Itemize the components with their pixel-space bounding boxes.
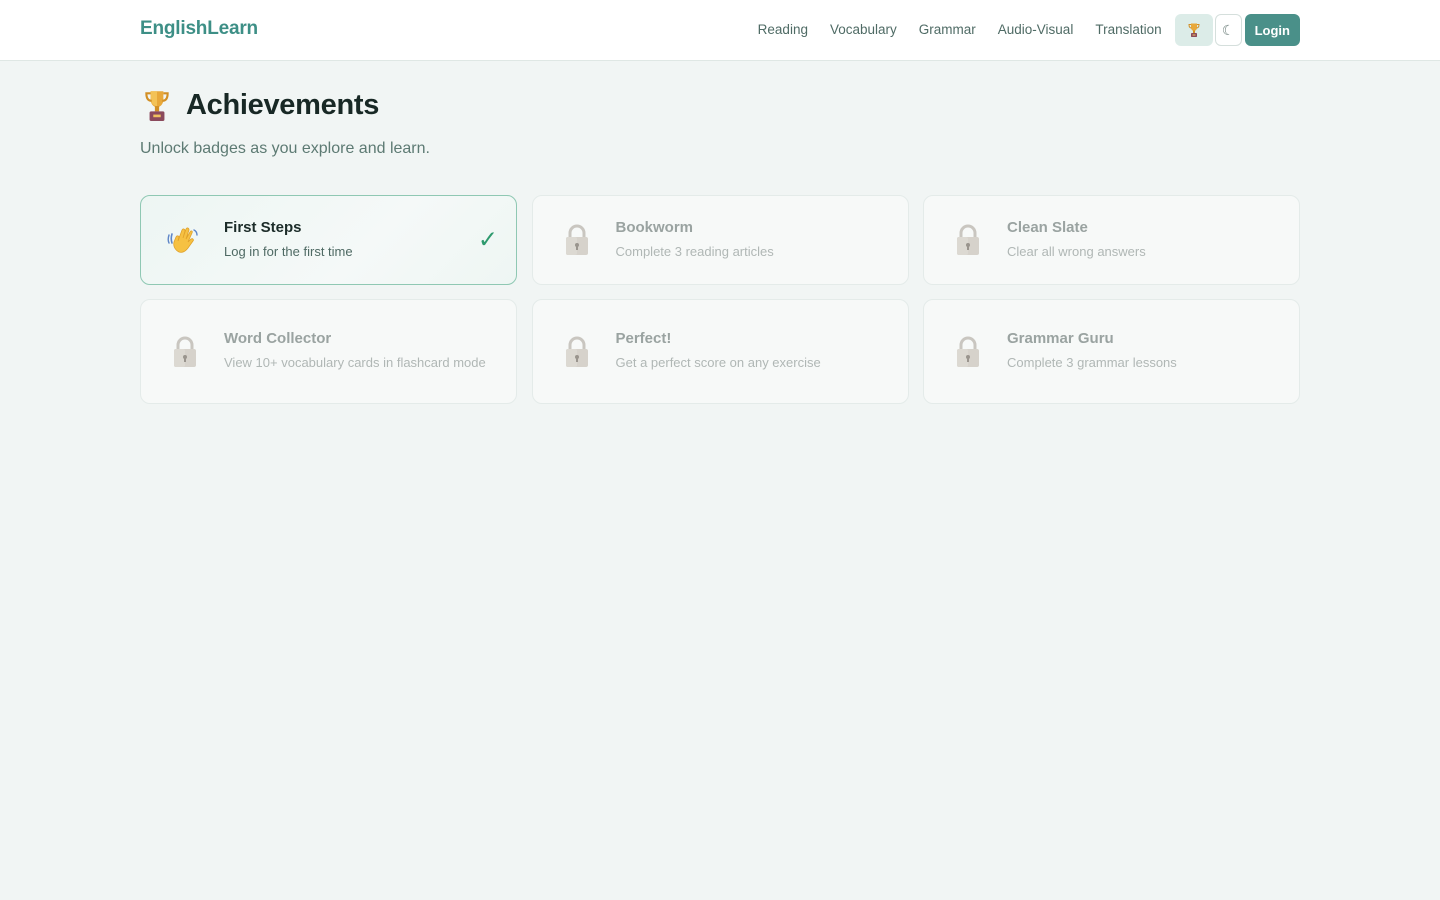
achievement-title: Clean Slate bbox=[1007, 218, 1088, 236]
achievement-card-first-steps[interactable]: First Steps Log in for the first time ✓ bbox=[140, 195, 517, 285]
achievement-text: Perfect! Get a perfect score on any exer… bbox=[616, 330, 882, 373]
achievement-description: Clear all wrong answers bbox=[1007, 243, 1146, 259]
nav-links: Reading Vocabulary Grammar Audio-Visual … bbox=[747, 14, 1300, 46]
achievement-description: Log in for the first time bbox=[224, 243, 353, 259]
achievements-button[interactable] bbox=[1174, 14, 1213, 46]
top-navbar: EnglishLearn Reading Vocabulary Grammar … bbox=[0, 0, 1440, 61]
nav-link-grammar[interactable]: Grammar bbox=[908, 14, 987, 46]
brand-logo[interactable]: EnglishLearn bbox=[140, 18, 258, 40]
lock-icon bbox=[950, 334, 986, 370]
achievement-description: View 10+ vocabulary cards in flashcard m… bbox=[224, 355, 486, 370]
moon-icon: ☾ bbox=[1221, 21, 1235, 38]
achievement-description: Get a perfect score on any exercise bbox=[615, 355, 821, 370]
checkmark-icon: ✓ bbox=[477, 226, 498, 254]
achievement-text: Clean Slate Clear all wrong answers bbox=[1007, 219, 1273, 262]
achievement-card-perfect[interactable]: Perfect! Get a perfect score on any exer… bbox=[531, 299, 909, 404]
login-button[interactable]: Login bbox=[1244, 14, 1300, 46]
nav-link-translation[interactable]: Translation bbox=[1084, 14, 1172, 46]
achievement-card-grammar-guru[interactable]: Grammar Guru Complete 3 grammar lessons bbox=[923, 299, 1300, 404]
achievement-description: Complete 3 grammar lessons bbox=[1007, 355, 1177, 370]
achievement-title: Perfect! bbox=[615, 330, 672, 347]
nav-link-reading[interactable]: Reading bbox=[747, 14, 819, 46]
trophy-icon bbox=[145, 91, 169, 121]
page-header: Achievements bbox=[140, 88, 379, 122]
achievement-title: Grammar Guru bbox=[1007, 330, 1114, 347]
lock-icon bbox=[950, 222, 986, 258]
achievement-card-bookworm[interactable]: Bookworm Complete 3 reading articles bbox=[531, 195, 909, 285]
trophy-icon bbox=[1188, 23, 1200, 37]
achievements-grid: First Steps Log in for the first time ✓ … bbox=[140, 195, 1300, 404]
theme-toggle-button[interactable]: ☾ bbox=[1214, 14, 1242, 46]
achievement-card-word-collector[interactable]: Word Collector View 10+ vocabulary cards… bbox=[140, 299, 517, 404]
achievement-text: Word Collector View 10+ vocabulary cards… bbox=[224, 330, 490, 373]
achievement-description: Complete 3 reading articles bbox=[615, 243, 774, 259]
page-title: Achievements bbox=[186, 88, 380, 121]
page-subtitle: Unlock badges as you explore and learn. bbox=[140, 140, 430, 157]
waving-hand-icon bbox=[167, 222, 203, 258]
achievement-title: Bookworm bbox=[615, 218, 694, 236]
nav-link-vocabulary[interactable]: Vocabulary bbox=[819, 14, 908, 46]
lock-icon bbox=[559, 222, 595, 258]
achievement-card-clean-slate[interactable]: Clean Slate Clear all wrong answers bbox=[923, 195, 1300, 285]
achievement-title: First Steps bbox=[224, 218, 302, 236]
achievement-text: Bookworm Complete 3 reading articles bbox=[616, 219, 882, 262]
achievement-text: Grammar Guru Complete 3 grammar lessons bbox=[1007, 330, 1273, 373]
lock-icon bbox=[559, 334, 595, 370]
nav-link-audio-visual[interactable]: Audio-Visual bbox=[987, 14, 1085, 46]
lock-icon bbox=[167, 334, 203, 370]
achievement-text: First Steps Log in for the first time bbox=[224, 219, 490, 262]
achievement-title: Word Collector bbox=[224, 330, 332, 347]
